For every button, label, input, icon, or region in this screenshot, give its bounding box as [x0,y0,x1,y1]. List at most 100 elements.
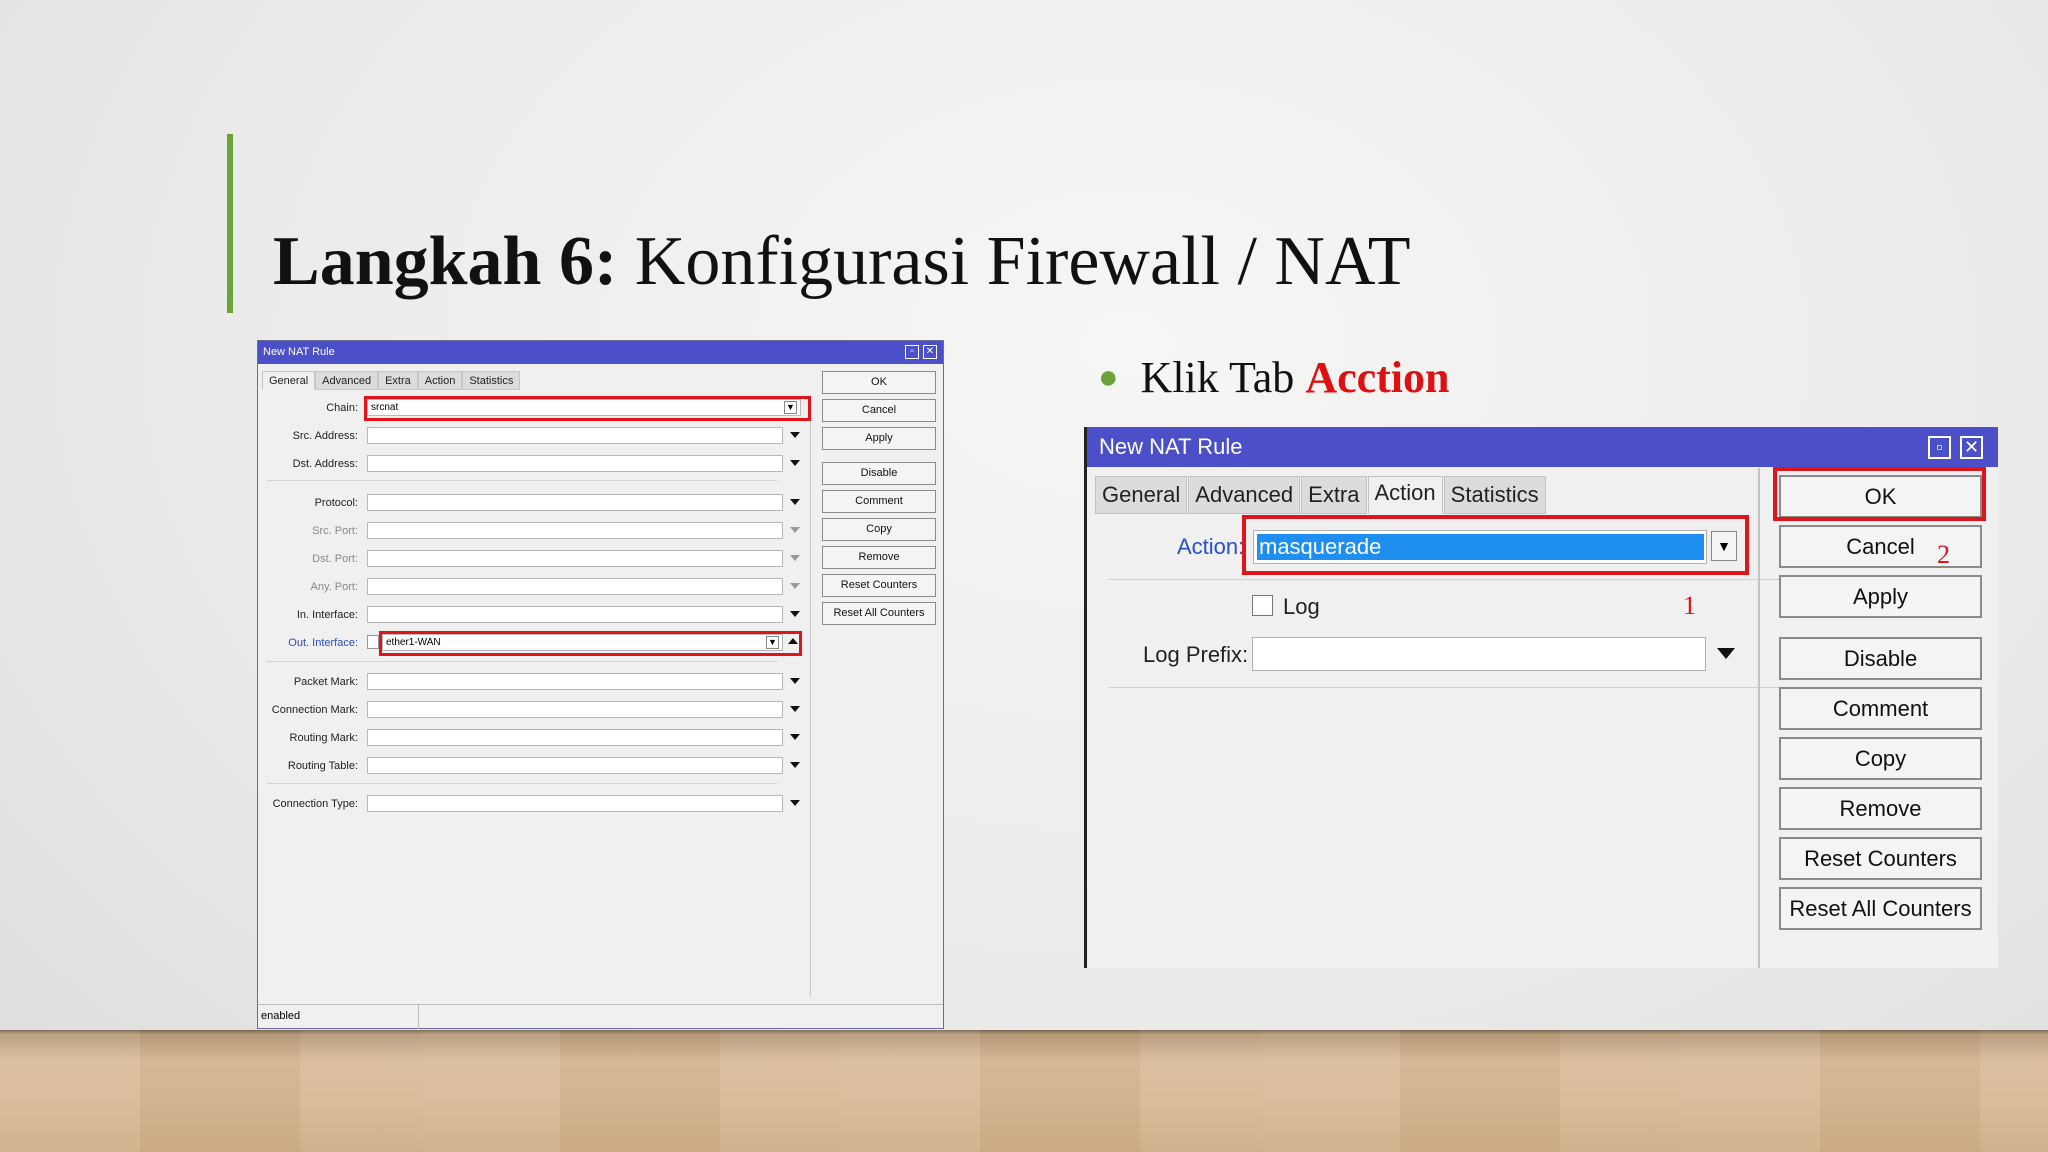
apply-button[interactable]: Apply [822,427,936,450]
dst-port-row: Dst. Port: [258,550,813,570]
close-icon[interactable]: ✕ [923,345,937,359]
annotation-step-2: 2 [1937,540,1950,569]
large-nat-rule-dialog: New NAT Rule ▫ ✕ General Advanced Extra … [1084,427,1998,968]
close-icon[interactable]: ✕ [1960,436,1983,459]
connection-mark-row: Connection Mark: [258,701,813,721]
chevron-down-icon[interactable] [790,762,800,768]
dst-address-input[interactable] [367,455,783,472]
comment-button[interactable]: Comment [822,490,936,513]
reset-all-counters-button[interactable]: Reset All Counters [1779,887,1982,930]
any-port-label: Any. Port: [310,581,358,593]
copy-button[interactable]: Copy [822,518,936,541]
copy-button[interactable]: Copy [1779,737,1982,780]
remove-button[interactable]: Remove [822,546,936,569]
chevron-down-icon[interactable] [790,706,800,712]
bullet-dot-icon: ● [1098,359,1119,396]
dst-address-label: Dst. Address: [292,458,358,470]
dst-port-input[interactable] [367,550,783,567]
protocol-label: Protocol: [314,497,358,509]
disable-button[interactable]: Disable [1779,637,1982,680]
reset-all-counters-button[interactable]: Reset All Counters [822,602,936,625]
large-dialog-titlebar: New NAT Rule ▫ ✕ [1087,427,1998,467]
not-toggle[interactable] [367,635,379,649]
chevron-down-icon[interactable] [790,527,800,533]
chevron-down-icon[interactable] [790,734,800,740]
dst-port-label: Dst. Port: [312,553,358,565]
cancel-button[interactable]: Cancel [1779,525,1982,568]
maximize-icon[interactable]: ▫ [1928,436,1951,459]
connection-mark-input[interactable] [367,701,783,718]
tab-general[interactable]: General [262,371,316,390]
chain-label: Chain: [326,402,358,414]
packet-mark-label: Packet Mark: [293,676,358,688]
chevron-down-icon[interactable] [1717,648,1735,659]
log-prefix-input[interactable] [1252,637,1706,671]
title-accent-bar [227,134,233,313]
slide-title-rest: Konfigurasi Firewall / NAT [617,223,1411,300]
remove-button[interactable]: Remove [1779,787,1982,830]
routing-table-input[interactable] [367,757,783,774]
packet-mark-input[interactable] [367,673,783,690]
in-interface-label: In. Interface: [296,609,358,621]
disable-button[interactable]: Disable [822,462,936,485]
chevron-down-icon[interactable] [790,555,800,561]
tab-statistics[interactable]: Statistics [1443,476,1546,514]
bullet-highlight: Acction [1305,353,1450,402]
chevron-down-icon[interactable] [790,678,800,684]
chevron-down-icon[interactable] [790,432,800,438]
cancel-button[interactable]: Cancel [822,399,936,422]
chevron-down-icon[interactable] [790,583,800,589]
status-bar: enabled [258,1004,943,1029]
src-address-input[interactable] [367,427,783,444]
form-divider [267,661,777,662]
action-label: Action: [1177,534,1245,559]
tab-advanced[interactable]: Advanced [315,371,379,390]
small-dialog-tabs: General Advanced Extra Action Statistics [262,371,521,391]
chevron-down-icon[interactable] [790,499,800,505]
wood-floor-background [0,1030,2048,1152]
routing-mark-row: Routing Mark: [258,729,813,749]
connection-type-input[interactable] [367,795,783,812]
connection-type-row: Connection Type: [258,795,813,815]
log-checkbox[interactable] [1252,595,1273,616]
ok-highlight-box [1773,467,1986,521]
any-port-input[interactable] [367,578,783,595]
routing-mark-label: Routing Mark: [289,732,358,744]
action-highlight-box [1242,515,1749,575]
src-port-input[interactable] [367,522,783,539]
protocol-input[interactable] [367,494,783,511]
tab-action[interactable]: Action [417,371,463,390]
tab-statistics[interactable]: Statistics [462,371,521,390]
src-port-label: Src. Port: [312,525,358,537]
in-interface-input[interactable] [367,606,783,623]
connection-mark-label: Connection Mark: [271,704,358,716]
maximize-icon[interactable]: ▫ [905,345,919,359]
apply-button[interactable]: Apply [1779,575,1982,618]
src-address-label: Src. Address: [292,430,358,442]
chevron-down-icon[interactable] [790,460,800,466]
tab-action[interactable]: Action [1367,476,1443,514]
reset-counters-button[interactable]: Reset Counters [1779,837,1982,880]
tab-advanced[interactable]: Advanced [1188,476,1301,514]
out-interface-label: Out. Interface: [288,637,358,649]
bullet-instruction: ● Klik Tab Acction [1098,352,1450,403]
connection-type-label: Connection Type: [272,798,358,810]
form-vertical-divider [810,397,811,997]
ok-button[interactable]: OK [822,371,936,394]
routing-mark-input[interactable] [367,729,783,746]
slide-title-bold: Langkah 6: [273,223,618,300]
comment-button[interactable]: Comment [1779,687,1982,730]
tab-extra[interactable]: Extra [378,371,418,390]
reset-counters-button[interactable]: Reset Counters [822,574,936,597]
in-interface-row: In. Interface: [258,606,813,626]
packet-mark-row: Packet Mark: [258,673,813,693]
large-dialog-title: New NAT Rule [1099,434,1243,459]
tab-extra[interactable]: Extra [1301,476,1367,514]
form-divider [1108,579,1825,580]
chevron-down-icon[interactable] [790,800,800,806]
form-divider [267,783,777,784]
chevron-down-icon[interactable] [790,611,800,617]
tab-general[interactable]: General [1095,476,1188,514]
routing-table-label: Routing Table: [287,760,358,772]
out-interface-highlight-box [379,631,802,656]
